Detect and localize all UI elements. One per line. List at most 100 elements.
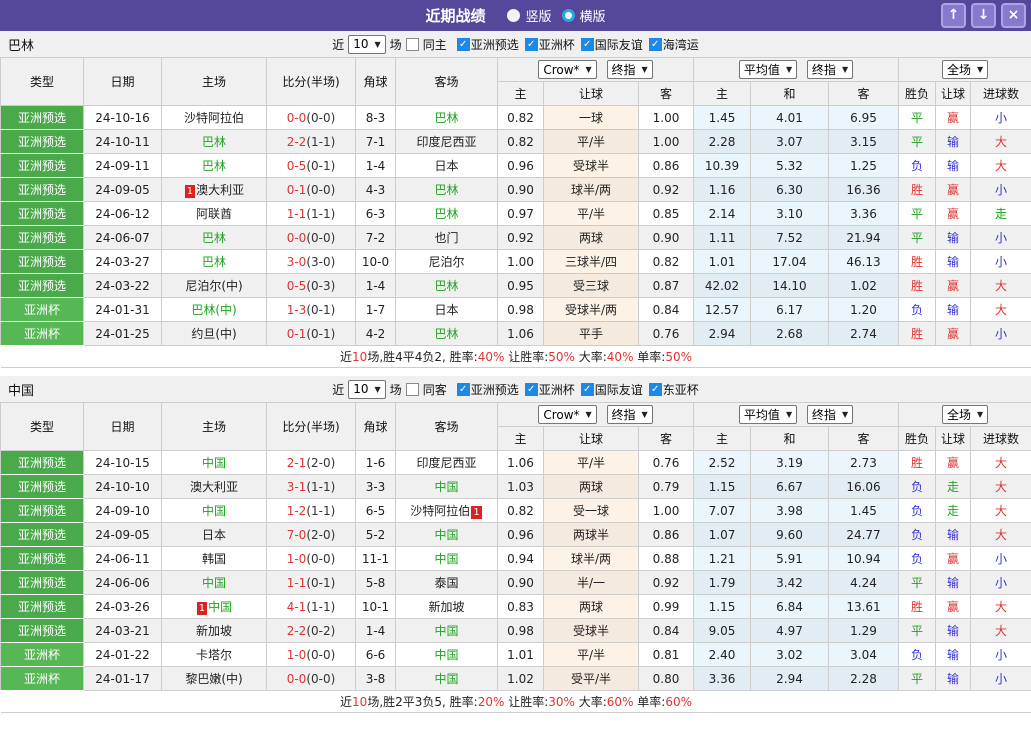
league-checkbox-label: 国际友谊 [594, 37, 643, 52]
away-team-name: 中国 [434, 528, 459, 542]
avg-home-odds: 1.16 [693, 177, 751, 202]
away-team-name: 印度尼西亚 [416, 456, 477, 470]
match-date: 24-03-22 [83, 273, 162, 298]
bookmaker-select[interactable]: Crow* ▼ [538, 405, 597, 425]
league-type-badge: 亚洲预选 [0, 153, 84, 178]
summary-segment: 单率: [633, 350, 666, 364]
match-count-select[interactable]: 10 ▼ [348, 34, 386, 54]
league-type-badge: 亚洲预选 [0, 450, 84, 475]
match-row: 亚洲杯 24-01-22 卡塔尔 1-0(0-0) 6-6 中国 1.01 平/半 0.81 2.… [0, 642, 1031, 667]
match-result: 平 [898, 618, 937, 643]
avg-home-odds: 1.15 [693, 474, 751, 499]
sub-header-handicap: 让球 [935, 426, 972, 451]
same-venue-checkbox[interactable] [405, 37, 419, 51]
same-venue-label: 同客 [422, 382, 447, 397]
league-filter-item: ✓ 亚洲预选 [456, 381, 519, 398]
score-cell: 7-0(2-0) [266, 522, 356, 547]
avg-home-odds: 2.14 [693, 201, 751, 226]
radio-vertical-layout[interactable]: 竖版 [507, 6, 552, 25]
match-result: 负 [898, 642, 937, 667]
home-team-cell: 巴林 [161, 129, 267, 154]
handicap-result: 赢 [935, 273, 972, 298]
handicap-line: 一球 [543, 105, 639, 130]
move-down-button[interactable]: ↓ [971, 3, 996, 28]
crow-away-odds: 0.76 [638, 450, 694, 475]
same-venue-label: 同主 [422, 37, 447, 52]
avg-home-odds: 2.40 [693, 642, 751, 667]
goals-result: 小 [970, 546, 1031, 571]
chevron-down-icon: ▼ [976, 410, 984, 419]
move-up-button[interactable]: ↑ [941, 3, 966, 28]
away-team-name: 中国 [434, 672, 459, 686]
league-checkbox[interactable]: ✓ [648, 382, 662, 396]
handicap-line: 球半/两 [543, 177, 639, 202]
league-checkbox-label: 东亚杯 [662, 382, 699, 397]
sub-header-crow-away: 客 [638, 426, 694, 451]
goals-result: 走 [970, 201, 1031, 226]
handicap-result: 输 [935, 642, 972, 667]
section-bahrain: 巴林 近 10 ▼ 场 同主 ✓亚洲预选✓亚洲杯✓国际友谊✓海湾运 [0, 31, 1031, 368]
corner-score: 11-1 [355, 546, 396, 571]
home-team-name: 黎巴嫩(中) [185, 672, 243, 686]
average-select[interactable]: 平均值 ▼ [738, 405, 798, 424]
league-checkbox[interactable]: ✓ [580, 382, 594, 396]
fulltime-header-cell: 全场 ▼ [898, 402, 1031, 427]
corner-score: 10-1 [355, 594, 396, 619]
league-checkbox[interactable]: ✓ [456, 37, 470, 51]
score-cell: 0-0(0-0) [266, 225, 356, 250]
away-team-name: 中国 [434, 552, 459, 566]
score-cell: 0-5(0-1) [266, 153, 356, 178]
col-header-score: 比分(半场) [266, 402, 356, 451]
avg-draw-odds: 17.04 [750, 249, 829, 274]
avg-home-odds: 1.07 [693, 522, 751, 547]
away-marker-badge: 1 [471, 506, 482, 519]
avg-home-odds: 1.01 [693, 249, 751, 274]
home-team-name: 巴林 [201, 255, 226, 269]
col-header-type: 类型 [0, 402, 84, 451]
col-header-home: 主场 [161, 57, 267, 106]
score-cell: 2-2(1-1) [266, 129, 356, 154]
chevron-down-icon: ▼ [841, 65, 849, 74]
league-type-badge: 亚洲预选 [0, 618, 84, 643]
summary-segment: 场,胜2平3负5, 胜率: [367, 695, 478, 709]
avg-away-odds: 4.24 [827, 570, 900, 595]
league-checkbox-group: ✓ 亚洲预选 ✓ 亚洲杯 ✓ 国际友谊 ✓ 东亚杯 [451, 381, 699, 398]
home-marker-badge: 1 [184, 185, 196, 198]
odds-stage-select-2[interactable]: 终指 ▼ [806, 60, 854, 79]
summary-segment: 30% [548, 695, 575, 709]
away-team-cell: 泰国 [395, 570, 498, 595]
radio-horizontal-layout[interactable]: 横版 [561, 6, 606, 25]
league-checkbox[interactable]: ✓ [524, 37, 538, 51]
league-checkbox[interactable]: ✓ [580, 37, 594, 51]
odds-stage-select-2[interactable]: 终指 ▼ [806, 405, 854, 424]
home-team-name: 中国 [208, 600, 233, 614]
summary-segment: 40% [477, 350, 505, 364]
league-checkbox[interactable]: ✓ [524, 382, 538, 396]
corner-score: 1-4 [355, 153, 396, 178]
home-team-name: 韩国 [201, 552, 226, 566]
home-team-name: 中国 [201, 576, 226, 590]
odds-stage-select[interactable]: 终指 ▼ [606, 59, 653, 79]
away-team-cell: 巴林 [395, 201, 498, 226]
match-row: 亚洲预选 24-06-07 巴林 0-0(0-0) 7-2 也门 0.92 两球 0.90 1.1… [0, 225, 1031, 250]
period-select[interactable]: 全场 ▼ [941, 60, 989, 79]
radio-unselected-icon[interactable] [561, 9, 575, 22]
average-select[interactable]: 平均值 ▼ [738, 60, 798, 79]
bookmaker-select[interactable]: Crow* ▼ [538, 60, 597, 80]
avg-away-odds: 1.45 [827, 498, 900, 523]
crow-home-odds: 0.95 [497, 273, 544, 298]
period-select[interactable]: 全场 ▼ [941, 405, 989, 424]
match-date: 24-09-05 [83, 522, 162, 547]
match-count-select[interactable]: 10 ▼ [348, 379, 386, 399]
radio-selected-icon[interactable] [507, 9, 521, 22]
handicap-line: 平手 [543, 321, 639, 346]
match-row: 亚洲预选 24-09-11 巴林 0-5(0-1) 1-4 日本 0.96 受球半 0.86 10… [0, 153, 1031, 178]
avg-draw-odds: 6.17 [750, 297, 829, 322]
odds-stage-select[interactable]: 终指 ▼ [606, 404, 653, 424]
avg-draw-odds: 6.30 [750, 177, 829, 202]
league-checkbox[interactable]: ✓ [456, 382, 470, 396]
same-venue-checkbox[interactable] [405, 382, 419, 396]
league-checkbox[interactable]: ✓ [648, 37, 662, 51]
close-button[interactable]: × [1001, 3, 1026, 28]
corner-score: 1-4 [355, 273, 396, 298]
